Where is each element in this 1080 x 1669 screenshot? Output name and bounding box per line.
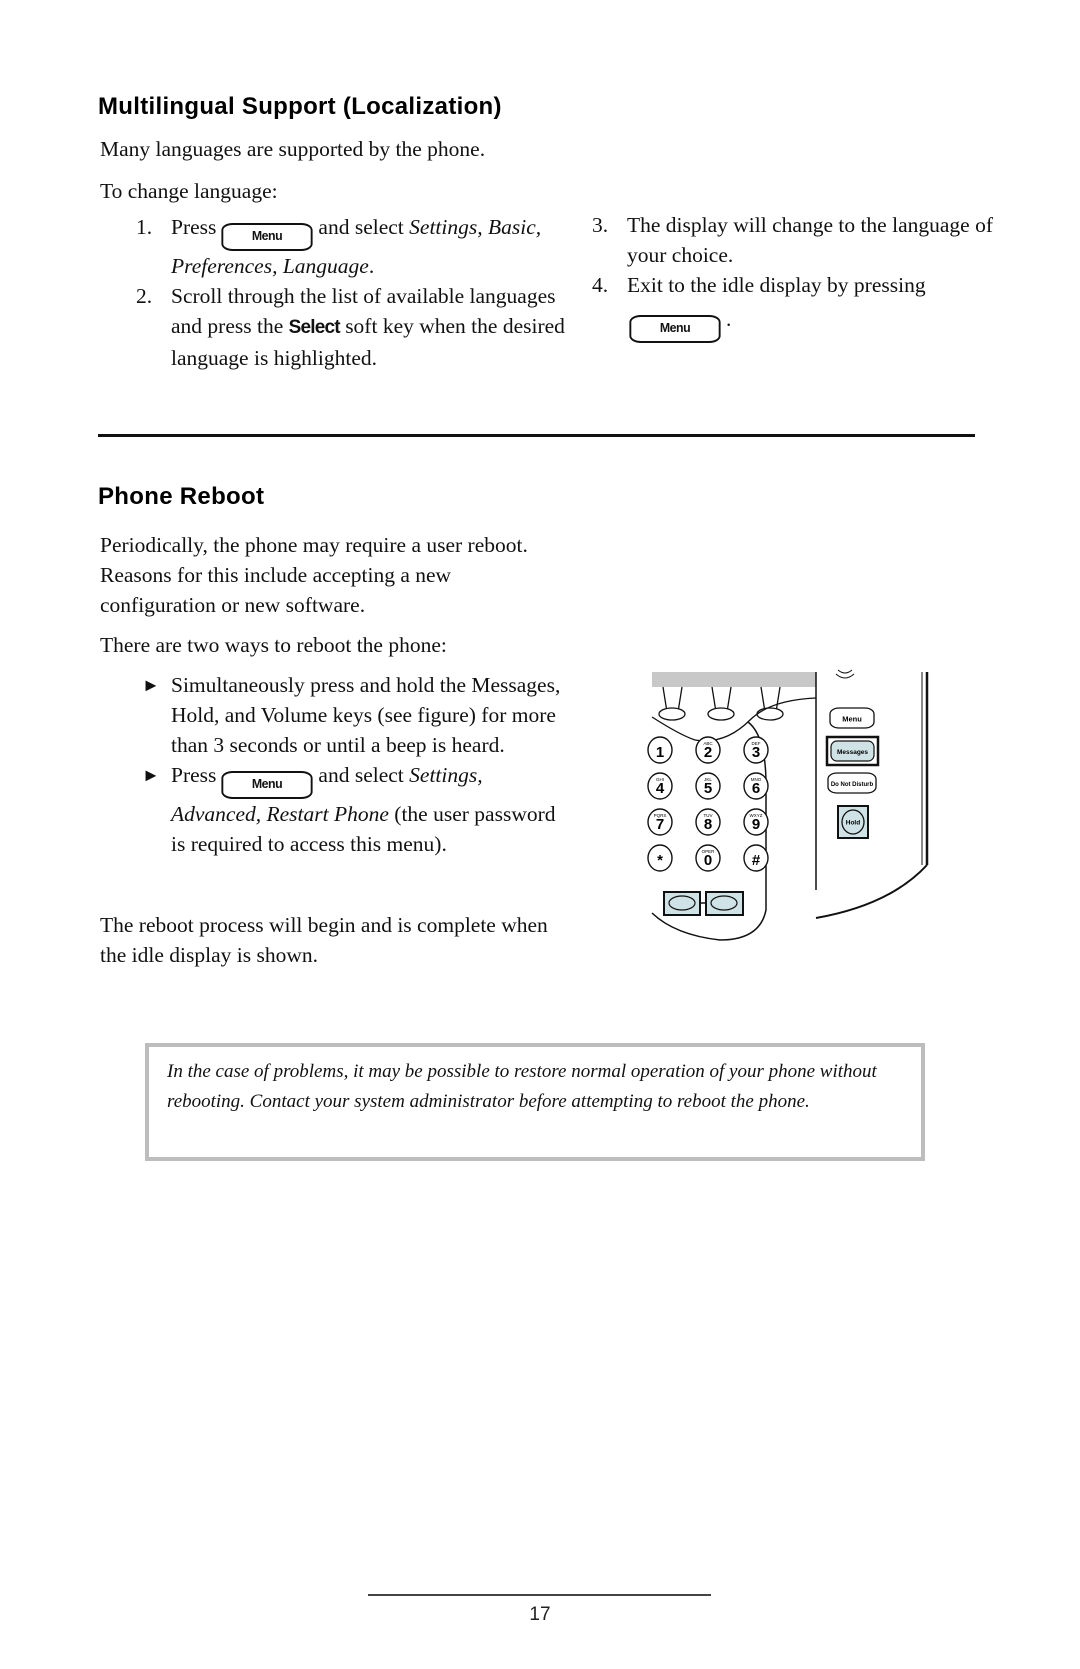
step-text: and select: [318, 215, 404, 239]
reboot-intro: Periodically, the phone may require a us…: [100, 533, 528, 617]
menu-key-icon: Menu: [221, 771, 314, 799]
phone-hold-button[interactable]: Hold: [837, 805, 869, 839]
reboot-lead: There are two ways to reboot the phone:: [100, 633, 447, 657]
step-number: 2.: [136, 284, 153, 308]
svg-text:Messages: Messages: [837, 749, 868, 756]
section-heading-localization: Multilingual Support (Localization): [98, 93, 502, 120]
key-letters: DEF: [752, 741, 761, 746]
phone-menu-button[interactable]: Menu: [829, 707, 875, 729]
keypad-key-7[interactable]: 7PQRS: [647, 808, 673, 836]
key-digit: 1: [656, 744, 664, 761]
keypad-key-pound[interactable]: #: [743, 844, 769, 872]
page-number: 17: [529, 1604, 551, 1625]
key-letters: JKL: [704, 777, 712, 782]
method-text: and select: [318, 763, 404, 787]
step-text: .: [726, 307, 732, 331]
key-letters: GHI: [656, 777, 664, 782]
key-letters: PQRS: [654, 813, 667, 818]
localization-lead: To change language:: [100, 179, 278, 203]
key-letters: OPER: [702, 849, 716, 854]
localization-steps-left: 1. Press Menu and select Settings, Basic, …: [100, 212, 570, 373]
keypad-key-8[interactable]: 8TUV: [695, 808, 721, 836]
step-3: 3. The display will change to the langua…: [556, 210, 996, 270]
keypad-key-2[interactable]: 2ABC: [695, 736, 721, 764]
key-digit: 5: [704, 780, 712, 797]
key-digit: 8: [704, 816, 712, 833]
reboot-method-menu: ► Press Menu and select Settings, Advanced…: [100, 760, 570, 859]
key-digit: 9: [752, 816, 760, 833]
svg-text:Menu: Menu: [842, 715, 862, 724]
key-digit: 6: [752, 780, 760, 797]
method-text: Simultaneously press and hold the Messag…: [171, 673, 561, 757]
phone-screen: [652, 672, 816, 687]
step-2: 2. Scroll through the list of available …: [100, 281, 570, 373]
key-digit: #: [752, 852, 761, 869]
footer-rule: [368, 1594, 711, 1596]
triangle-bullet-icon: ►: [142, 765, 160, 785]
localization-intro: Many languages are supported by the phon…: [100, 137, 486, 161]
reboot-methods: ► Simultaneously press and hold the Mess…: [100, 670, 570, 859]
step-text: Exit to the idle display by pressing: [627, 273, 926, 297]
phone-messages-button[interactable]: Messages: [825, 735, 880, 767]
localization-steps-right: 3. The display will change to the langua…: [556, 210, 996, 343]
step-number: 3.: [592, 213, 609, 237]
key-digit: *: [657, 852, 663, 869]
keypad: 1 2ABC 3DEF 4GHI 5JKL 6MNO 7PQRS 8TUV 9WXYZ * 0OPE…: [647, 736, 769, 872]
key-digit: 2: [704, 744, 712, 761]
keypad-key-4[interactable]: 4GHI: [647, 772, 673, 800]
keypad-key-6[interactable]: 6MNO: [743, 772, 769, 800]
key-digit: 3: [752, 744, 760, 761]
keypad-key-5[interactable]: 5JKL: [695, 772, 721, 800]
key-digit: 0: [704, 852, 712, 869]
key-digit: 7: [656, 816, 664, 833]
step-text: .: [368, 254, 375, 278]
key-letters: TUV: [704, 813, 713, 818]
triangle-bullet-icon: ►: [142, 675, 160, 695]
key-letters: WXYZ: [750, 813, 763, 818]
step-1: 1. Press Menu and select Settings, Basic, …: [100, 212, 570, 281]
menu-key-icon: Menu: [221, 223, 314, 251]
section-divider: [98, 434, 975, 437]
svg-text:Do Not Disturb: Do Not Disturb: [831, 782, 874, 788]
select-softkey-label: Select: [288, 317, 341, 338]
step-text: Press: [171, 215, 217, 239]
keypad-key-star[interactable]: *: [647, 844, 673, 872]
menu-key-icon: Menu: [629, 315, 721, 343]
keypad-key-3[interactable]: 3DEF: [743, 736, 769, 764]
key-letters: ABC: [703, 741, 713, 746]
key-letters: MNO: [751, 777, 762, 782]
phone-do-not-disturb-button[interactable]: Do Not Disturb: [827, 772, 877, 794]
key-digit: 4: [656, 780, 665, 797]
reboot-outro: The reboot process will begin and is com…: [100, 913, 548, 967]
step-text: The display will change to the language …: [627, 213, 993, 267]
phone-keypad-figure: 1 2ABC 3DEF 4GHI 5JKL 6MNO 7PQRS 8TUV 9WXYZ * 0OPE…: [647, 669, 929, 941]
keypad-key-9[interactable]: 9WXYZ: [743, 808, 769, 836]
softkey-buttons: [658, 686, 784, 721]
note-box: In the case of problems, it may be possi…: [145, 1043, 925, 1161]
step-number: 1.: [136, 215, 153, 239]
keypad-key-0[interactable]: 0OPER: [695, 844, 721, 872]
reboot-method-keys: ► Simultaneously press and hold the Mess…: [100, 670, 570, 760]
step-number: 4.: [592, 273, 609, 297]
section-heading-reboot: Phone Reboot: [98, 483, 265, 510]
volume-keys[interactable]: [663, 891, 744, 916]
method-text: Press: [171, 763, 217, 787]
note-text: In the case of problems, it may be possi…: [167, 1061, 877, 1112]
step-4: 4. Exit to the idle display by pressing …: [556, 270, 996, 343]
svg-text:Hold: Hold: [846, 820, 860, 827]
keypad-key-1[interactable]: 1: [647, 736, 673, 764]
